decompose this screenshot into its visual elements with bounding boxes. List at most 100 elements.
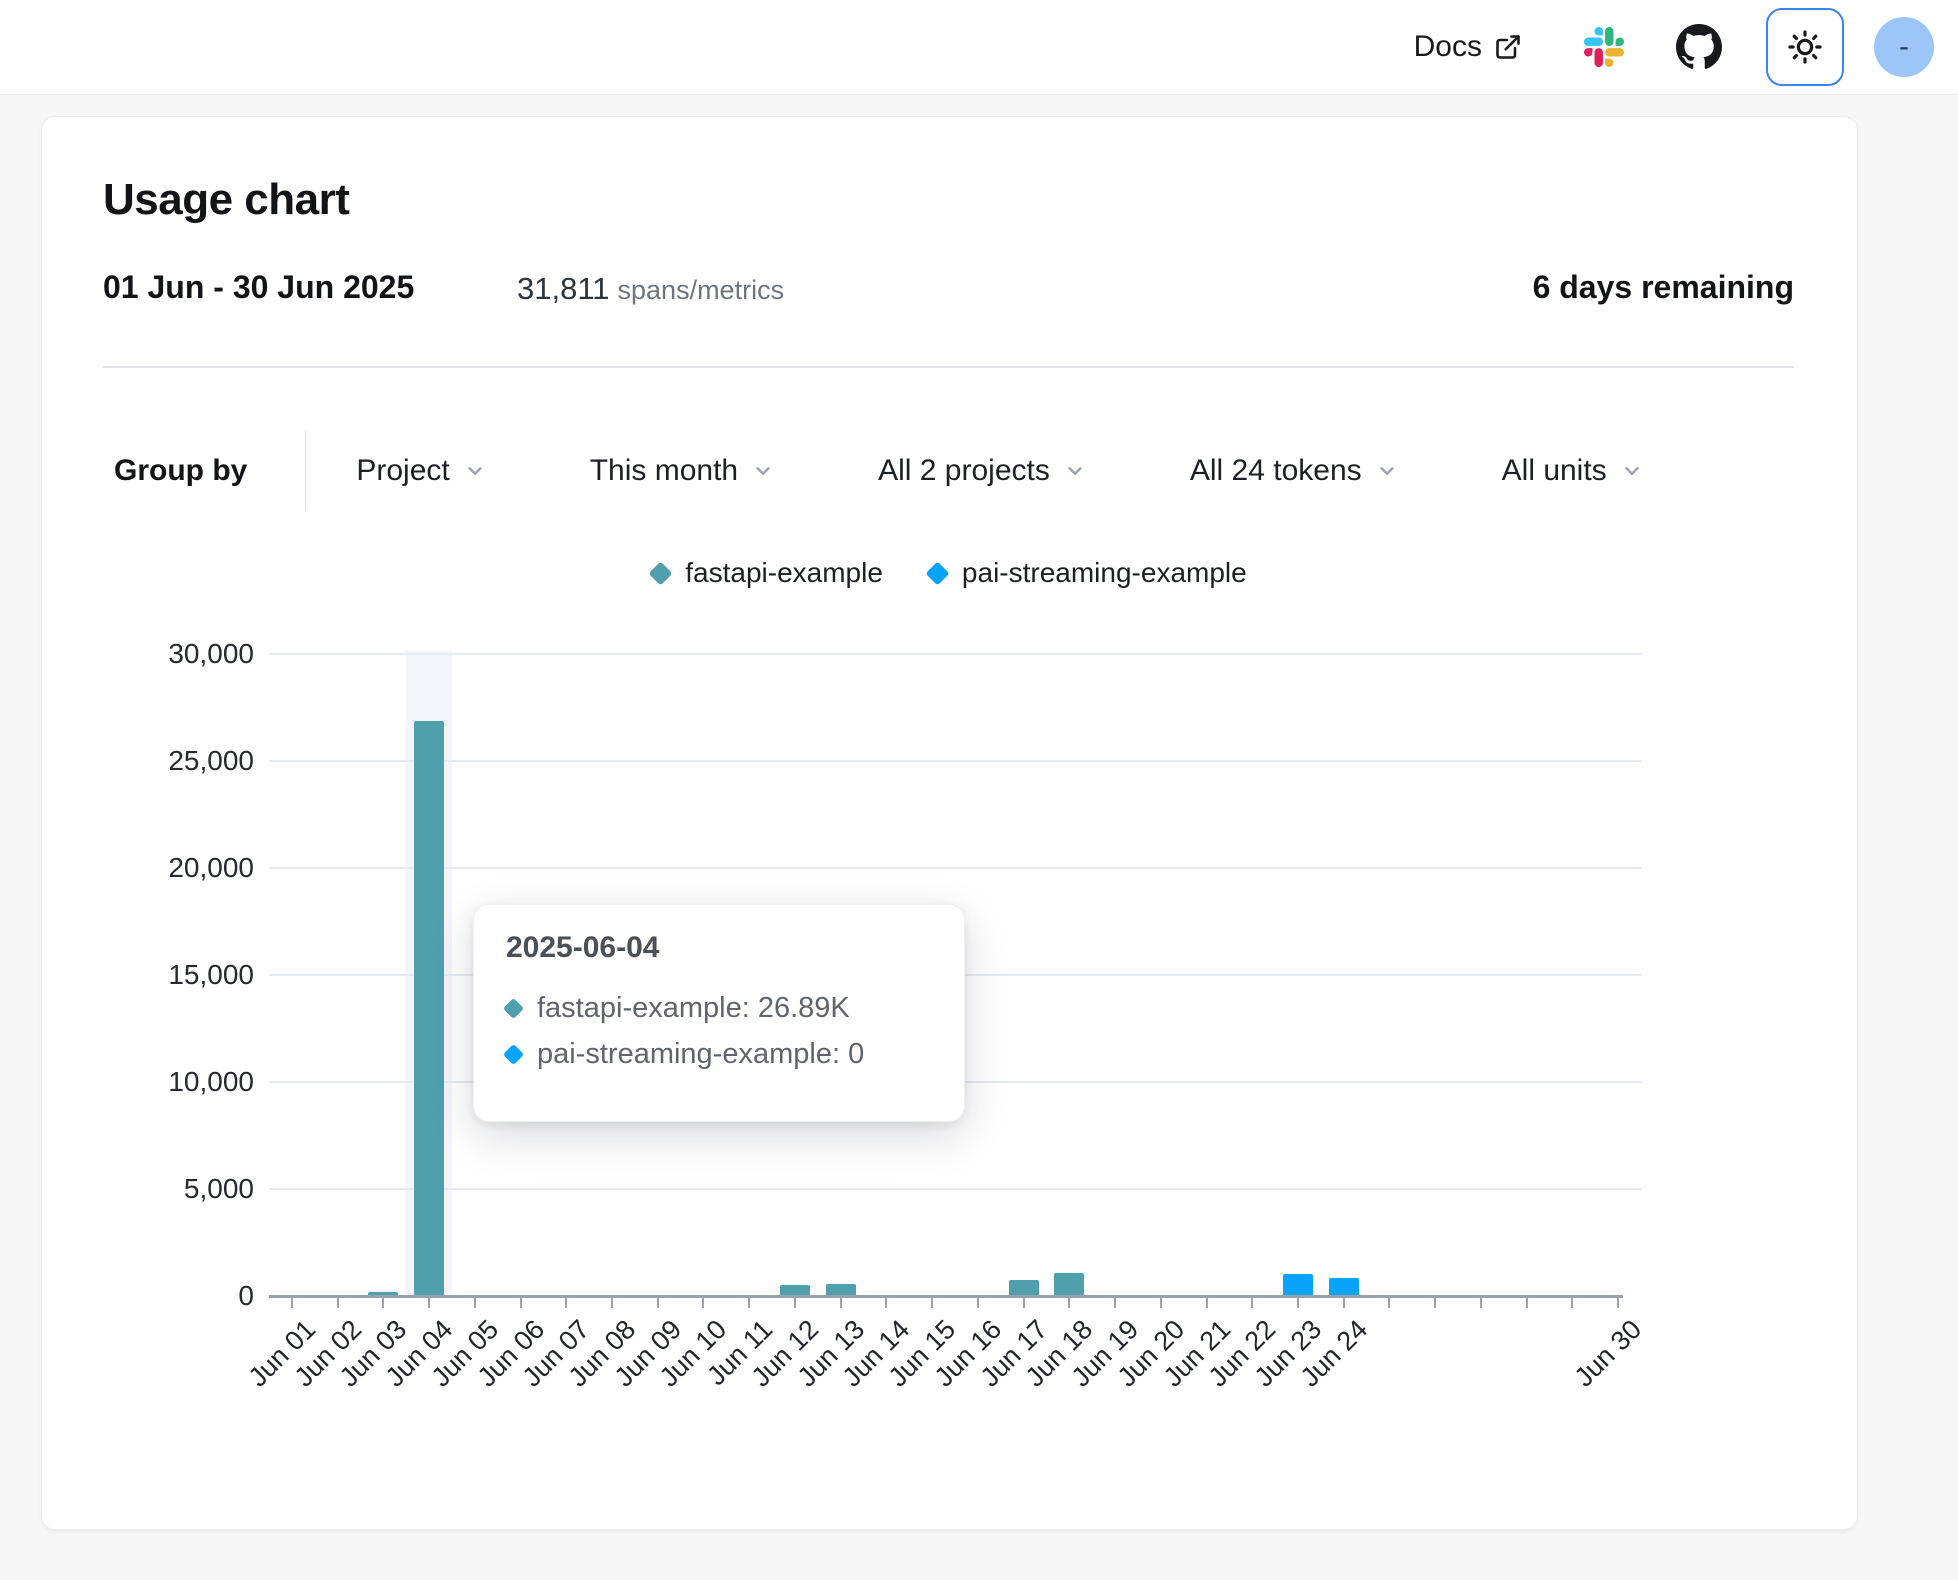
y-axis-tick-label: 30,000 xyxy=(94,638,254,670)
chevron-down-icon xyxy=(1621,460,1643,482)
usage-card: Usage chart 01 Jun - 30 Jun 2025 31,811s… xyxy=(41,116,1858,1530)
tooltip-diamond-icon xyxy=(503,997,524,1018)
x-axis-tick-label: Jun 05 xyxy=(405,1314,505,1414)
usage-bar-chart: 05,00010,00015,00020,00025,00030,000Jun … xyxy=(42,117,1859,1531)
dropdown-label: All 2 projects xyxy=(878,454,1050,488)
gridline-20000 xyxy=(269,867,1641,869)
dropdown-this-month[interactable]: This month xyxy=(590,454,774,488)
x-axis-tick xyxy=(337,1298,339,1308)
legend-item-fastapi-example[interactable]: fastapi-example xyxy=(652,557,883,589)
dropdown-label: Project xyxy=(356,454,449,488)
x-axis-tick xyxy=(1297,1298,1299,1308)
chevron-down-icon xyxy=(752,460,774,482)
theme-toggle-button[interactable] xyxy=(1766,8,1844,86)
x-axis-tick xyxy=(1526,1298,1528,1308)
bar-fastapi-example-jun-13[interactable] xyxy=(826,1284,856,1296)
tooltip-row-fastapi-example: fastapi-example: 26.89K xyxy=(506,985,932,1031)
x-axis-tick-label: Jun 01 xyxy=(222,1314,322,1414)
x-axis-tick-label: Jun 21 xyxy=(1137,1314,1237,1414)
group-by-label: Group by xyxy=(114,454,247,488)
x-axis-tick-label: Jun 24 xyxy=(1274,1314,1374,1414)
x-axis-tick-label: Jun 23 xyxy=(1228,1314,1328,1414)
legend-label: fastapi-example xyxy=(685,557,883,589)
dropdown-label: All 24 tokens xyxy=(1190,454,1362,488)
x-axis-tick-label: Jun 19 xyxy=(1045,1314,1145,1414)
gridline-5000 xyxy=(269,1188,1641,1190)
x-axis-tick xyxy=(977,1298,979,1308)
x-axis-tick-label: Jun 08 xyxy=(542,1314,642,1414)
tooltip-row-pai-streaming-example: pai-streaming-example: 0 xyxy=(506,1031,932,1077)
x-axis-tick-label: Jun 04 xyxy=(359,1314,459,1414)
legend-label: pai-streaming-example xyxy=(962,557,1247,589)
x-axis-tick xyxy=(1114,1298,1116,1308)
dropdown-label: All units xyxy=(1502,454,1607,488)
bar-fastapi-example-jun-03[interactable] xyxy=(368,1292,398,1296)
filter-dropdowns: Project This month All 2 projects All 24 to… xyxy=(356,454,1642,488)
y-axis-tick-label: 20,000 xyxy=(94,852,254,884)
avatar[interactable]: - xyxy=(1874,17,1934,77)
slack-button[interactable] xyxy=(1584,27,1624,67)
dropdown-all-24-tokens[interactable]: All 24 tokens xyxy=(1190,454,1398,488)
x-axis-tick xyxy=(1434,1298,1436,1308)
x-axis-tick xyxy=(1571,1298,1573,1308)
x-axis-tick xyxy=(291,1298,293,1308)
tooltip-rows: fastapi-example: 26.89K pai-streaming-exa… xyxy=(506,985,932,1077)
x-axis-tick-label: Jun 02 xyxy=(268,1314,368,1414)
x-axis-tick xyxy=(474,1298,476,1308)
y-axis-tick-label: 5,000 xyxy=(94,1173,254,1205)
x-axis-tick xyxy=(520,1298,522,1308)
x-axis-tick xyxy=(1617,1298,1619,1308)
x-axis-tick-label: Jun 22 xyxy=(1182,1314,1282,1414)
x-axis-tick-label: Jun 14 xyxy=(817,1314,917,1414)
avatar-label: - xyxy=(1899,30,1909,64)
chevron-down-icon xyxy=(464,460,486,482)
docs-link[interactable]: Docs xyxy=(1414,30,1522,64)
x-axis-tick-label: Jun 20 xyxy=(1091,1314,1191,1414)
x-axis-tick xyxy=(702,1298,704,1308)
tooltip-row-text: pai-streaming-example: 0 xyxy=(537,1038,864,1071)
bar-pai-streaming-example-jun-23[interactable] xyxy=(1283,1274,1313,1296)
bar-fastapi-example-jun-18[interactable] xyxy=(1054,1273,1084,1296)
x-axis-tick xyxy=(931,1298,933,1308)
x-axis-tick-label: Jun 06 xyxy=(451,1314,551,1414)
bar-fastapi-example-jun-12[interactable] xyxy=(780,1285,810,1296)
bar-fastapi-example-jun-17[interactable] xyxy=(1009,1280,1039,1296)
usage-count-wrap: 31,811spans/metrics xyxy=(517,271,784,307)
chart-legend: fastapi-example pai-streaming-example xyxy=(42,557,1857,589)
usage-unit: spans/metrics xyxy=(618,275,785,305)
x-axis-line xyxy=(269,1295,1623,1298)
bar-fastapi-example-jun-04[interactable] xyxy=(414,721,444,1296)
y-axis-tick-label: 0 xyxy=(94,1280,254,1312)
legend-item-pai-streaming-example[interactable]: pai-streaming-example xyxy=(929,557,1247,589)
x-axis-tick xyxy=(1206,1298,1208,1308)
date-range: 01 Jun - 30 Jun 2025 xyxy=(103,269,414,306)
x-axis-tick xyxy=(565,1298,567,1308)
sun-icon xyxy=(1786,28,1824,66)
x-axis-tick xyxy=(1343,1298,1345,1308)
x-axis-tick xyxy=(1251,1298,1253,1308)
x-axis-tick-label: Jun 15 xyxy=(862,1314,962,1414)
filter-separator xyxy=(305,431,306,511)
x-axis-tick xyxy=(885,1298,887,1308)
chevron-down-icon xyxy=(1376,460,1398,482)
dropdown-project[interactable]: Project xyxy=(356,454,485,488)
divider xyxy=(103,366,1794,368)
x-axis-tick-label: Jun 16 xyxy=(908,1314,1008,1414)
docs-label: Docs xyxy=(1414,30,1482,64)
github-button[interactable] xyxy=(1676,24,1722,70)
x-axis-tick xyxy=(1023,1298,1025,1308)
bar-pai-streaming-example-jun-24[interactable] xyxy=(1329,1278,1359,1296)
dropdown-all-units[interactable]: All units xyxy=(1502,454,1643,488)
x-axis-tick-label: Jun 03 xyxy=(314,1314,414,1414)
slack-icon xyxy=(1584,27,1624,67)
x-axis-tick xyxy=(840,1298,842,1308)
external-link-icon xyxy=(1494,33,1522,61)
x-axis-tick xyxy=(382,1298,384,1308)
x-axis-tick xyxy=(1480,1298,1482,1308)
x-axis-tick xyxy=(748,1298,750,1308)
chevron-down-icon xyxy=(1064,460,1086,482)
x-axis-tick-label: Jun 07 xyxy=(496,1314,596,1414)
topbar: Docs xyxy=(0,0,1958,95)
legend-diamond-icon xyxy=(925,561,949,585)
dropdown-all-2-projects[interactable]: All 2 projects xyxy=(878,454,1086,488)
